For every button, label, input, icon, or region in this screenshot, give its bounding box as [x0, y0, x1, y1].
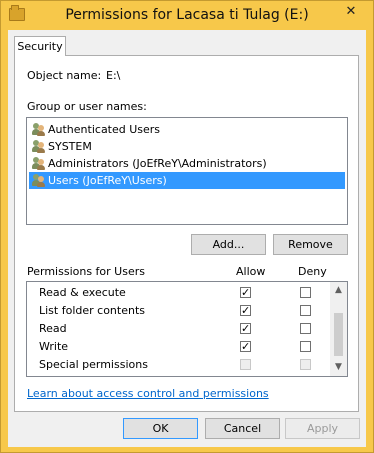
scroll-down-arrow-icon[interactable]: ▼: [330, 359, 347, 376]
check-icon: ✓: [241, 286, 251, 299]
object-name-label: Object name:: [27, 69, 102, 82]
close-icon: ✕: [345, 3, 357, 19]
scroll-thumb[interactable]: [334, 313, 343, 356]
users-icon: [32, 140, 46, 153]
permission-row-read-execute: Read & execute ✓: [27, 284, 330, 302]
permissions-scrollbar[interactable]: ▲ ▼: [330, 282, 347, 376]
allow-checkbox[interactable]: ✓: [240, 323, 251, 334]
cancel-button[interactable]: Cancel: [205, 418, 280, 439]
tab-security[interactable]: Security: [14, 36, 66, 56]
users-icon: [32, 157, 46, 170]
user-list[interactable]: Authenticated Users SYSTEM Administrator…: [26, 117, 348, 225]
permissions-dialog: Permissions for Lacasa ti Tulag (E:) ✕ S…: [0, 0, 374, 453]
window-title: Permissions for Lacasa ti Tulag (E:): [65, 7, 309, 23]
user-name: Users (JoEfReY\Users): [48, 174, 167, 187]
permission-name: List folder contents: [39, 304, 145, 317]
allow-checkbox: [240, 359, 251, 370]
permission-row-list-folder: List folder contents ✓: [27, 302, 330, 320]
permissions-list[interactable]: Read & execute ✓ List folder contents ✓ …: [26, 281, 348, 377]
deny-checkbox[interactable]: [300, 305, 311, 316]
allow-column-header: Allow: [236, 265, 266, 278]
apply-button[interactable]: Apply: [285, 418, 360, 439]
permission-row-read: Read ✓: [27, 320, 330, 338]
deny-checkbox: [300, 359, 311, 370]
allow-checkbox[interactable]: ✓: [240, 305, 251, 316]
user-name: SYSTEM: [48, 140, 92, 153]
scroll-up-arrow-icon[interactable]: ▲: [330, 282, 347, 299]
list-item-authenticated-users[interactable]: Authenticated Users: [29, 121, 345, 138]
group-names-label: Group or user names:: [27, 100, 147, 113]
deny-column-header: Deny: [298, 265, 327, 278]
permissions-header: Permissions for Users: [27, 265, 145, 278]
allow-checkbox[interactable]: ✓: [240, 287, 251, 298]
permission-row-write: Write ✓: [27, 338, 330, 356]
allow-checkbox[interactable]: ✓: [240, 341, 251, 352]
user-name: Administrators (JoEfReY\Administrators): [48, 157, 267, 170]
permission-row-special: Special permissions: [27, 356, 330, 374]
permission-name: Read: [39, 322, 67, 335]
permission-name: Write: [39, 340, 69, 353]
permission-name: Special permissions: [39, 358, 148, 371]
remove-button[interactable]: Remove: [273, 234, 348, 255]
list-item-administrators[interactable]: Administrators (JoEfReY\Administrators): [29, 155, 345, 172]
users-icon: [32, 123, 46, 136]
object-name-value: E:\: [106, 69, 121, 82]
check-icon: ✓: [241, 340, 251, 353]
check-icon: ✓: [241, 304, 251, 317]
user-name: Authenticated Users: [48, 123, 161, 136]
security-panel: Object name: E:\ Group or user names: Au…: [14, 55, 359, 412]
list-item-system[interactable]: SYSTEM: [29, 138, 345, 155]
ok-button[interactable]: OK: [123, 418, 198, 439]
permission-name: Read & execute: [39, 286, 126, 299]
deny-checkbox[interactable]: [300, 323, 311, 334]
users-icon: [32, 174, 46, 187]
close-button[interactable]: ✕: [335, 2, 367, 20]
add-button[interactable]: Add...: [191, 234, 266, 255]
deny-checkbox[interactable]: [300, 341, 311, 352]
list-item-users[interactable]: Users (JoEfReY\Users): [29, 172, 345, 189]
dialog-client: Security Object name: E:\ Group or user …: [8, 30, 366, 447]
title-bar[interactable]: Permissions for Lacasa ti Tulag (E:) ✕: [1, 1, 373, 29]
deny-checkbox[interactable]: [300, 287, 311, 298]
learn-more-link[interactable]: Learn about access control and permissio…: [27, 387, 269, 400]
check-icon: ✓: [241, 322, 251, 335]
